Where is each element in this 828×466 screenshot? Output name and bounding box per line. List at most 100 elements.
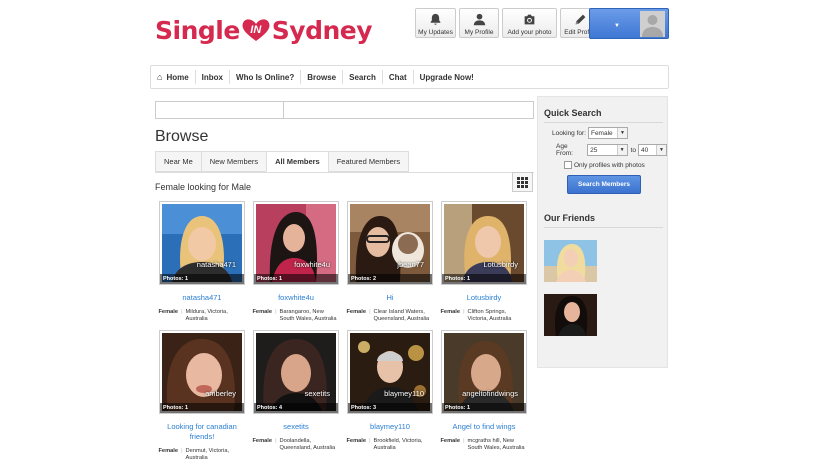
chevron-down-icon: ▼ <box>656 145 666 155</box>
member-title-link[interactable]: natasha471 <box>157 293 247 303</box>
photo-count: Photos: 1 <box>160 274 244 284</box>
member-gender: Female <box>252 438 273 444</box>
photos-only-row: Only profiles with photos <box>564 161 645 169</box>
photos-only-checkbox[interactable] <box>564 161 572 169</box>
browse-filter-bar[interactable] <box>155 101 534 119</box>
age-from-select[interactable]: 25 ▼ <box>587 144 628 156</box>
chevron-down-icon: ▼ <box>616 145 627 155</box>
quick-search-title: Quick Search <box>544 108 602 118</box>
member-title-link[interactable]: Looking for canadian friends! <box>157 422 247 442</box>
my-updates-button[interactable]: My Updates <box>415 8 456 38</box>
friend-photo[interactable] <box>544 294 597 336</box>
tab-near-me[interactable]: Near Me <box>155 151 201 172</box>
member-username: jbean77 <box>397 260 424 269</box>
photo-count: Photos: 1 <box>442 274 526 284</box>
nav-browse[interactable]: Browse <box>301 70 344 84</box>
member-location: Doolandella, Queensland, Australia <box>279 438 336 451</box>
tab-featured-members[interactable]: Featured Members <box>327 151 410 172</box>
dropdown-arrow-icon: ▼ <box>614 23 620 29</box>
member-location: Barangaroo, New South Wales, Australia <box>279 309 337 322</box>
member-title-link[interactable]: Angel to find wings <box>439 422 529 432</box>
age-from-value: 25 <box>590 146 598 154</box>
my-profile-label: My Profile <box>464 29 494 36</box>
tab-new-members[interactable]: New Members <box>200 151 267 172</box>
member-card: blaymey110 Photos: 3 blaymey110 Female | B… <box>345 330 435 452</box>
member-title-link[interactable]: blaymey110 <box>345 422 435 432</box>
meta-separator: | <box>463 438 465 444</box>
sidebar: Quick Search Looking for: Female ▼ Age F… <box>537 96 668 368</box>
photo-count: Photos: 3 <box>348 403 432 413</box>
friend-photo[interactable] <box>544 240 597 282</box>
member-username: natasha471 <box>196 260 236 269</box>
nav-who-is-online[interactable]: Who Is Online? <box>230 70 302 84</box>
member-username: sexetits <box>304 389 330 398</box>
looking-for-row: Looking for: Female ▼ <box>552 127 628 139</box>
member-gender: Female <box>440 309 461 315</box>
member-photo[interactable]: sexetits Photos: 4 <box>253 330 339 414</box>
browse-tabs: Near Me New Members All Members Featured… <box>155 151 410 172</box>
member-username: foxwhite4u <box>294 260 330 269</box>
member-gender: Female <box>346 438 367 444</box>
add-photo-label: Add your photo <box>507 29 552 36</box>
member-title-link[interactable]: foxwhite4u <box>251 293 341 303</box>
member-photo[interactable]: foxwhite4u Photos: 1 <box>253 201 339 285</box>
nav-upgrade[interactable]: Upgrade Now! <box>414 70 480 84</box>
logo-text-single: Single <box>155 15 240 45</box>
member-photo[interactable]: angeltofindwings Photos: 1 <box>441 330 527 414</box>
add-photo-button[interactable]: Add your photo <box>502 8 557 38</box>
meta-separator: | <box>369 309 371 315</box>
member-card: angeltofindwings Photos: 1 Angel to find… <box>439 330 529 452</box>
age-row: Age From: 25 ▼ to 40 ▼ <box>556 143 667 157</box>
member-photo[interactable]: amberley Photos: 1 <box>159 330 245 414</box>
nav-inbox[interactable]: Inbox <box>196 70 231 84</box>
member-photo[interactable]: blaymey110 Photos: 3 <box>347 330 433 414</box>
member-photo[interactable]: jbean77 Photos: 2 <box>347 201 433 285</box>
nav-home-label: Home <box>166 72 189 82</box>
grid-icon <box>517 176 528 188</box>
member-title-link[interactable]: Hi <box>345 293 435 303</box>
member-location: Clifton Springs, Victoria, Australia <box>467 309 512 322</box>
photo-count: Photos: 2 <box>348 274 432 284</box>
looking-for-value: Female <box>590 129 613 137</box>
user-icon <box>473 13 485 26</box>
avatar <box>640 11 665 37</box>
search-members-button[interactable]: Search Members <box>567 175 641 194</box>
divider <box>544 227 663 228</box>
home-icon: ⌂ <box>157 72 163 82</box>
account-menu[interactable]: ▼ <box>589 8 669 39</box>
main-nav: ⌂ Home Inbox Who Is Online? Browse Search… <box>150 65 669 89</box>
photo-count: Photos: 1 <box>254 274 338 284</box>
page-title: Browse <box>155 128 209 145</box>
age-to-label: to <box>630 146 637 154</box>
member-card: Lotusbirdy Photos: 1 Lotusbirdy Female | C… <box>439 201 529 323</box>
member-title-link[interactable]: sexetits <box>251 422 341 432</box>
meta-separator: | <box>181 448 183 454</box>
member-gender: Female <box>346 309 367 315</box>
member-location: Mildura, Victoria, Australia <box>185 309 228 322</box>
member-location: Brookfield, Victoria, Australia <box>373 438 423 451</box>
member-photo[interactable]: natasha471 Photos: 1 <box>159 201 245 285</box>
tab-all-members[interactable]: All Members <box>266 151 328 172</box>
grid-view-button[interactable] <box>512 172 533 192</box>
looking-for-label: Looking for: <box>552 129 586 137</box>
photos-only-label: Only profiles with photos <box>574 161 645 169</box>
member-gender: Female <box>440 438 461 444</box>
member-card: natasha471 Photos: 1 natasha471 Female | M… <box>157 201 247 323</box>
section-title: Female looking for Male <box>155 182 252 192</box>
member-location: Denmut, Victoria, Australia <box>185 448 230 461</box>
looking-for-select[interactable]: Female ▼ <box>587 127 628 139</box>
our-friends-title: Our Friends <box>544 213 596 223</box>
nav-chat[interactable]: Chat <box>383 70 414 84</box>
member-title-link[interactable]: Lotusbirdy <box>439 293 529 303</box>
member-card: foxwhite4u Photos: 1 foxwhite4u Female | B… <box>251 201 341 323</box>
nav-home[interactable]: ⌂ Home <box>151 70 196 84</box>
bell-icon <box>430 13 441 25</box>
age-to-select[interactable]: 40 ▼ <box>638 144 667 156</box>
my-profile-button[interactable]: My Profile <box>459 8 499 38</box>
meta-separator: | <box>369 438 371 444</box>
site-logo[interactable]: Single IN Sydney <box>155 12 373 48</box>
member-photo[interactable]: Lotusbirdy Photos: 1 <box>441 201 527 285</box>
photo-count: Photos: 1 <box>442 403 526 413</box>
nav-search[interactable]: Search <box>343 70 383 84</box>
meta-separator: | <box>181 309 183 315</box>
